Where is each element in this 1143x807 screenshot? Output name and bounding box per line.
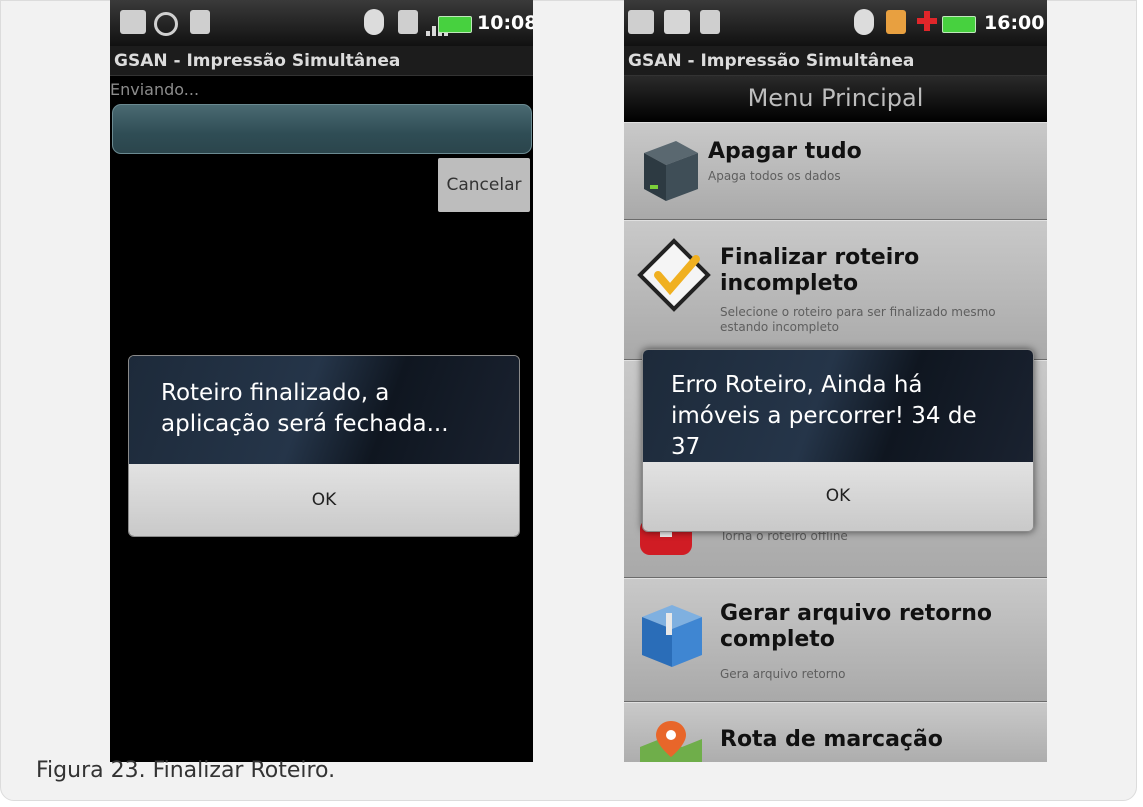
package-icon — [636, 599, 706, 669]
menu-item-apagar-tudo[interactable]: Apagar tudo Apaga todos os dados — [624, 122, 1047, 220]
box-icon — [636, 135, 706, 205]
status-bar: 10:08 — [110, 0, 533, 46]
network-type-icon — [398, 10, 418, 34]
menu-item-subtitle: Apaga todos os dados — [708, 169, 841, 183]
usb-icon — [700, 10, 720, 34]
menu-title: Menu Principal — [624, 76, 1047, 122]
menu-item-subtitle: Gera arquivo retorno — [720, 667, 846, 681]
plus-icon — [916, 10, 938, 34]
sending-status: Enviando... — [110, 80, 200, 99]
ok-button[interactable]: OK — [643, 462, 1033, 531]
bluetooth-icon — [364, 9, 384, 35]
checkmark-icon — [636, 237, 711, 312]
status-time: 10:08 — [477, 12, 533, 34]
menu-item-gerar-arquivo[interactable]: Gerar arquivo retorno completo Gera arqu… — [624, 578, 1047, 702]
phone-screen-right: 16:00 GSAN - Impressão Simultânea Menu P… — [624, 0, 1047, 762]
menu-item-title: Finalizar roteiro incompleto — [720, 245, 920, 296]
menu-item-finalizar-roteiro[interactable]: Finalizar roteiro incompleto Selecione o… — [624, 220, 1047, 360]
sd-card-icon — [120, 10, 146, 34]
dialog-message: Roteiro finalizado, a aplicação será fec… — [129, 356, 519, 464]
sync-icon — [154, 12, 178, 36]
mail-icon — [664, 10, 690, 34]
progress-bar — [112, 104, 532, 154]
battery-icon — [438, 16, 472, 33]
sd-card-icon — [628, 10, 654, 34]
menu-item-title: Gerar arquivo retorno completo — [720, 601, 992, 652]
error-dialog: Erro Roteiro, Ainda há imóveis a percorr… — [642, 349, 1034, 532]
menu-item-subtitle: Selecione o roteiro para ser finalizado … — [720, 305, 996, 334]
figure-caption: Figura 23. Finalizar Roteiro. — [36, 758, 336, 783]
phone-screen-left: 10:08 GSAN - Impressão Simultânea Envian… — [110, 0, 533, 762]
app-title: GSAN - Impressão Simultânea — [110, 46, 533, 76]
app-title: GSAN - Impressão Simultânea — [624, 46, 1047, 76]
warning-icon — [886, 10, 906, 34]
status-time: 16:00 — [984, 12, 1045, 34]
dialog-message: Erro Roteiro, Ainda há imóveis a percorr… — [643, 350, 1033, 462]
battery-icon — [942, 16, 976, 33]
menu-item-rota-marcacao[interactable]: Rota de marcação — [624, 702, 1047, 762]
ok-button[interactable]: OK — [129, 464, 519, 536]
menu-item-title: Rota de marcação — [720, 727, 943, 752]
usb-icon — [190, 10, 210, 34]
alert-dialog: Roteiro finalizado, a aplicação será fec… — [128, 355, 520, 537]
menu-item-title: Apagar tudo — [708, 139, 862, 164]
map-pin-icon — [636, 717, 706, 762]
status-bar: 16:00 — [624, 0, 1047, 46]
bluetooth-icon — [854, 9, 874, 35]
cancel-button[interactable]: Cancelar — [438, 158, 530, 212]
